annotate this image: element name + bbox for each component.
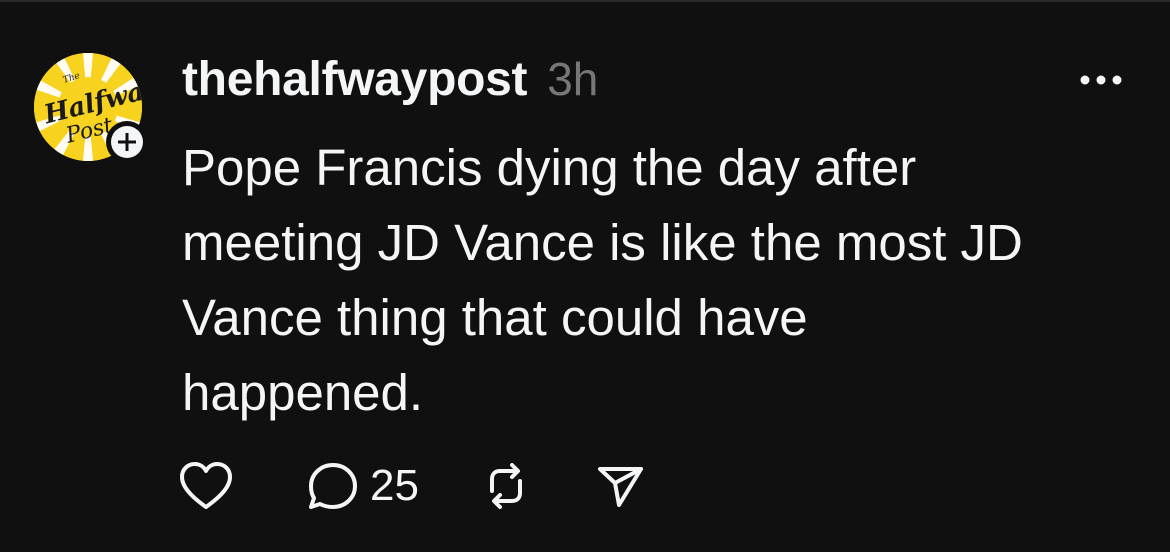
post-text-line: Vance thing that could have (182, 289, 808, 346)
post-timestamp[interactable]: 3h (547, 52, 598, 106)
follow-button-inner (111, 126, 143, 158)
reply-count: 25 (370, 461, 419, 510)
share-button[interactable] (595, 455, 645, 517)
post-text-line: happened. (182, 364, 424, 421)
heart-icon (180, 462, 232, 509)
like-button[interactable] (178, 455, 238, 517)
post-header: thehalfwaypost 3h (182, 52, 598, 116)
reply-button[interactable]: 25 (306, 455, 419, 517)
more-options-icon (1080, 75, 1122, 85)
follow-button[interactable] (106, 121, 148, 163)
post-text-line: Pope Francis dying the day after (182, 139, 917, 196)
post-body: Pope Francis dying the day after meeting… (182, 130, 1142, 430)
more-options-button[interactable] (1076, 64, 1126, 96)
plus-icon (118, 133, 136, 151)
repost-icon (489, 463, 522, 509)
post-text-line: meeting JD Vance is like the most JD (182, 214, 1023, 271)
repost-button[interactable] (481, 455, 531, 517)
thread-post: The Halfway Post thehalfwaypost 3h Pope … (0, 0, 1170, 552)
comment-icon (309, 463, 357, 509)
username-link[interactable]: thehalfwaypost (182, 52, 527, 107)
post-action-bar: 25 (178, 455, 645, 517)
send-icon (597, 467, 643, 507)
avatar-container[interactable]: The Halfway Post (34, 53, 148, 165)
